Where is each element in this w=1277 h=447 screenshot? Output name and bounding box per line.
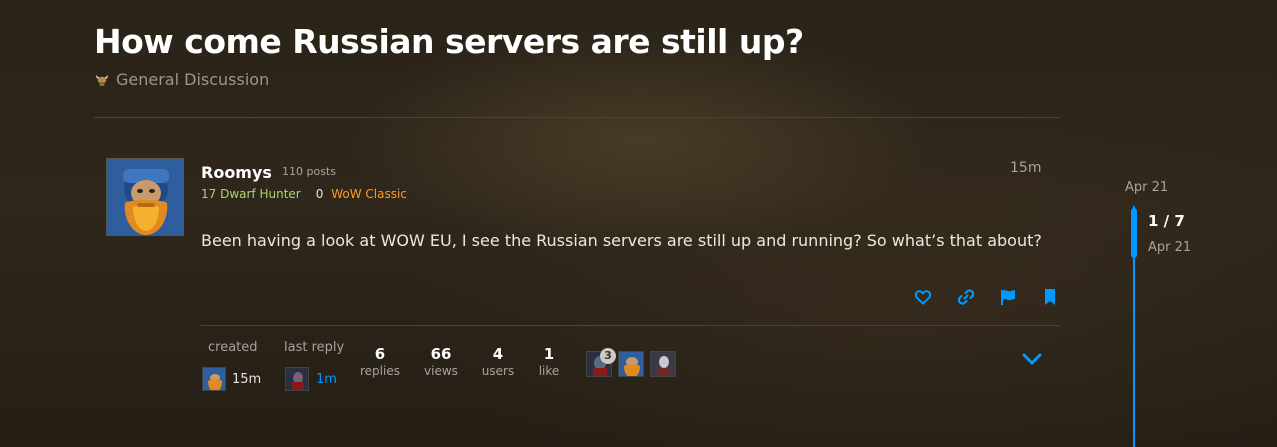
participant-post-count-badge: 3 — [600, 348, 616, 364]
heart-icon — [914, 290, 932, 305]
undead-avatar-icon — [286, 368, 308, 390]
post-username[interactable]: Roomys — [201, 163, 272, 182]
timeline-start-date[interactable]: Apr 21 — [1125, 180, 1168, 195]
dwarf-portrait-icon — [107, 159, 183, 235]
topic-title[interactable]: How come Russian servers are still up? — [94, 22, 804, 61]
share-link-button[interactable] — [956, 287, 976, 307]
undead-avatar-icon — [651, 352, 675, 376]
bookmark-icon — [1045, 289, 1055, 305]
post-divider — [201, 325, 1060, 326]
post-count: 110 posts — [282, 165, 336, 178]
category-badge[interactable]: General Discussion — [94, 70, 269, 89]
views-label: views — [424, 364, 458, 378]
replies-label: replies — [360, 364, 400, 378]
users-count: 4 — [492, 345, 504, 363]
expand-topic-map-button[interactable] — [1020, 349, 1044, 369]
horned-helmet-icon — [96, 74, 108, 86]
likes-count: 1 — [543, 345, 555, 363]
last-reply-time[interactable]: 1m — [316, 372, 337, 387]
stat-likes: 1 like — [530, 345, 568, 378]
last-reply-label: last reply — [284, 340, 345, 355]
user-avatar[interactable] — [106, 158, 184, 236]
link-icon — [957, 289, 975, 305]
participant-avatar[interactable] — [618, 351, 644, 377]
dwarf-avatar-icon — [203, 368, 225, 390]
achievement-score: 0 — [315, 187, 324, 201]
replies-count: 6 — [374, 345, 386, 363]
flag-button[interactable] — [998, 287, 1018, 307]
post-body: Been having a look at WOW EU, I see the … — [201, 231, 1042, 250]
character-line: 17 Dwarf Hunter 0 WoW Classic — [201, 187, 407, 201]
like-button[interactable] — [913, 287, 933, 307]
flag-icon — [1001, 290, 1015, 305]
stat-replies: 6 replies — [360, 345, 400, 378]
timeline-position: 1 / 7 — [1148, 212, 1185, 230]
views-count: 66 — [430, 345, 452, 363]
last-replier-avatar[interactable] — [285, 367, 309, 391]
header-divider — [94, 117, 1060, 118]
timeline-current-date: Apr 21 — [1148, 240, 1192, 255]
created-time: 15m — [232, 372, 262, 387]
bookmark-button[interactable] — [1040, 287, 1060, 307]
likes-label: like — [538, 364, 560, 378]
character-class[interactable]: 17 Dwarf Hunter — [201, 187, 301, 201]
participant-avatar[interactable] — [650, 351, 676, 377]
stat-views: 66 views — [421, 345, 461, 378]
created-label: created — [208, 340, 258, 355]
realm-label: WoW Classic — [331, 187, 407, 201]
users-label: users — [481, 364, 515, 378]
chevron-down-icon — [1022, 353, 1042, 365]
dwarf-avatar-icon — [619, 352, 643, 376]
creator-avatar[interactable] — [202, 367, 226, 391]
category-label: General Discussion — [116, 70, 270, 89]
timeline-handle[interactable] — [1131, 208, 1137, 258]
post-time[interactable]: 15m — [1010, 160, 1041, 176]
stat-users: 4 users — [478, 345, 518, 378]
